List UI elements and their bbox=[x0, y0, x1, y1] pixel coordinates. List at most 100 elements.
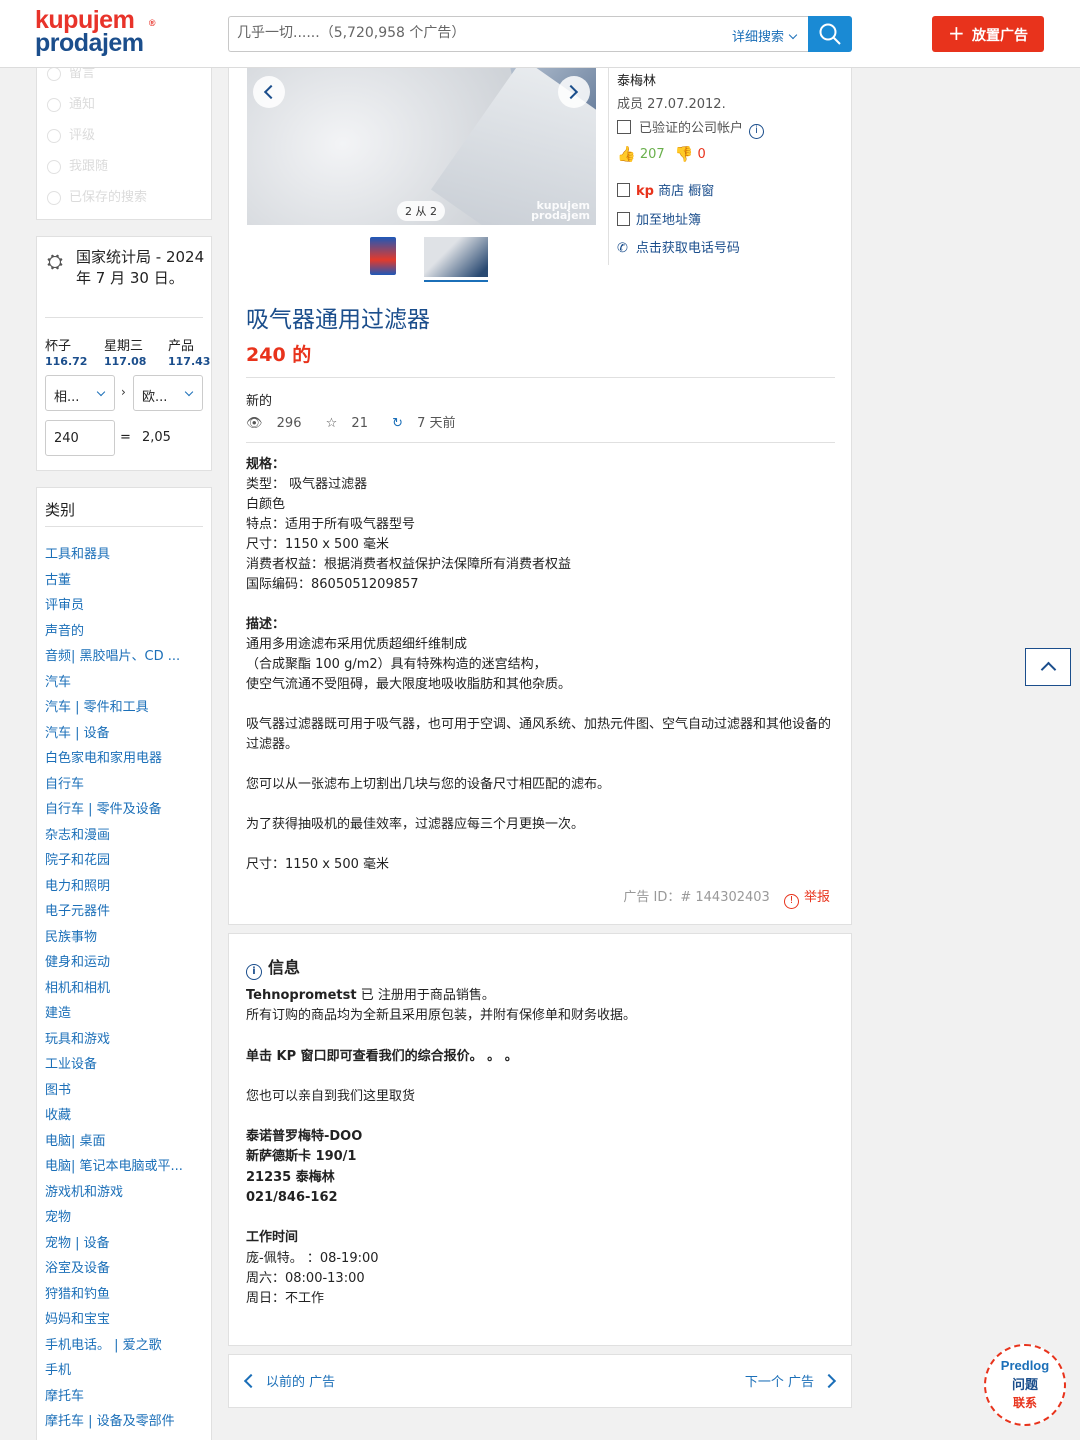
search-icon bbox=[819, 23, 841, 45]
menu-item-notifications[interactable]: 通知 bbox=[47, 93, 95, 112]
address-book-icon bbox=[617, 212, 630, 226]
shop-link[interactable]: kp 商店 橱窗 bbox=[617, 180, 714, 199]
shop-label: 商店 橱窗 bbox=[658, 184, 715, 199]
site-logo[interactable]: kupujem prodajem ® bbox=[35, 8, 160, 61]
description-heading: 描述： bbox=[246, 617, 286, 632]
category-item[interactable]: 狩猎和钓鱼 bbox=[45, 1283, 205, 1309]
amount-input[interactable]: 240 bbox=[45, 420, 115, 456]
info-icon[interactable]: i bbox=[749, 124, 765, 139]
category-item[interactable]: 浴室及设备 bbox=[45, 1257, 205, 1283]
search-button[interactable] bbox=[808, 16, 852, 52]
info-icon: i bbox=[246, 964, 262, 980]
category-item[interactable]: 建造 bbox=[45, 1002, 205, 1028]
menu-item-label: 通知 bbox=[69, 97, 96, 112]
from-currency-select[interactable]: 相... bbox=[45, 375, 115, 411]
post-ad-button[interactable]: + 放置广告 bbox=[932, 16, 1044, 52]
report-button[interactable]: ! 举报 bbox=[783, 890, 830, 909]
category-item[interactable]: 妈妈和宝宝 bbox=[45, 1308, 205, 1334]
menu-item-saved-searches[interactable]: 已保存的搜索 bbox=[47, 186, 147, 205]
category-item[interactable]: 自行车 bbox=[45, 773, 205, 799]
to-currency-select[interactable]: 欧... bbox=[133, 375, 203, 411]
address-line: 泰诺普罗梅特-DOO bbox=[246, 1127, 838, 1147]
favorites-stat[interactable]: ☆ 21 bbox=[326, 416, 378, 431]
gallery-counter: 2 从 2 bbox=[397, 201, 445, 221]
category-item[interactable]: 音频| 黑胶唱片、CD ... bbox=[45, 645, 205, 671]
category-item[interactable]: 收藏 bbox=[45, 1104, 205, 1130]
hours-sunday: 周日：不工作 bbox=[246, 1291, 325, 1307]
info-line: Tehnoprometst 已 注册用于商品销售。 bbox=[246, 986, 838, 1006]
category-item[interactable]: 自行车 | 零件及设备 bbox=[45, 798, 205, 824]
category-item[interactable]: 玩具和游戏 bbox=[45, 1028, 205, 1054]
menu-item-following[interactable]: 我跟随 bbox=[47, 155, 108, 174]
category-item[interactable]: 声音的 bbox=[45, 620, 205, 646]
scroll-to-top-button[interactable] bbox=[1025, 648, 1071, 686]
menu-item-label: 评级 bbox=[69, 128, 96, 143]
category-item[interactable]: 图书 bbox=[45, 1079, 205, 1105]
category-item[interactable]: 院子和花园 bbox=[45, 849, 205, 875]
views-count: 296 bbox=[276, 416, 302, 431]
category-item[interactable]: 手机电话。 | 爱之歌 bbox=[45, 1334, 205, 1360]
rate-label: 产品 bbox=[168, 339, 195, 354]
category-item[interactable]: 杂志和漫画 bbox=[45, 824, 205, 850]
category-item[interactable]: 宠物 bbox=[45, 1206, 205, 1232]
kp-mark: kp bbox=[636, 184, 654, 199]
category-item[interactable]: 游戏机和游戏 bbox=[45, 1181, 205, 1207]
info-text: 已 注册用于商品销售。 bbox=[356, 988, 495, 1003]
gallery-prev-button[interactable] bbox=[253, 76, 285, 108]
thumb-up-icon: 👍 bbox=[617, 145, 636, 163]
category-item[interactable]: 汽车 bbox=[45, 671, 205, 697]
image-gallery[interactable]: 2 从 2 kupujem prodajem bbox=[247, 67, 596, 225]
category-item[interactable]: 电脑| 笔记本电脑或平... bbox=[45, 1155, 205, 1181]
show-phone-link[interactable]: ✆ 点击获取电话号码 bbox=[617, 237, 740, 256]
category-item[interactable]: 电力和照明 bbox=[45, 875, 205, 901]
previous-ad-link[interactable]: 以前的 广告 bbox=[243, 1371, 336, 1390]
category-item[interactable]: 摩托车 | 设备及零部件 bbox=[45, 1410, 205, 1436]
search-input[interactable] bbox=[237, 25, 697, 41]
category-item[interactable]: 手机 bbox=[45, 1359, 205, 1385]
favorites-count: 21 bbox=[351, 416, 368, 431]
next-ad-link[interactable]: 下一个 广告 bbox=[744, 1371, 837, 1390]
gallery-thumbnail-2[interactable] bbox=[424, 237, 488, 277]
category-item[interactable]: 白色家电和家用电器 bbox=[45, 747, 205, 773]
description-line: 类型： 吸气器过滤器 bbox=[246, 477, 368, 492]
star-icon: ☆ bbox=[325, 416, 338, 431]
next-ad-label: 下一个 广告 bbox=[744, 1375, 814, 1390]
seller-ratings[interactable]: 👍 207 👎 0 bbox=[617, 145, 706, 163]
menu-item-ratings[interactable]: 评级 bbox=[47, 124, 95, 143]
category-item[interactable]: 工具和器具 bbox=[45, 543, 205, 569]
category-item[interactable]: 工业设备 bbox=[45, 1053, 205, 1079]
info-heading: i 信息 bbox=[246, 954, 300, 980]
categories-panel: 类别 工具和器具 古董 评审员 声音的 音频| 黑胶唱片、CD ... 汽车 汽车 | 零件… bbox=[36, 487, 212, 1440]
watermark: kupujem prodajem bbox=[531, 200, 590, 221]
age-stat: ↻ 7 天前 bbox=[392, 416, 465, 431]
advanced-search-toggle[interactable]: 详细搜索 bbox=[732, 26, 798, 45]
category-item[interactable]: 汽车 | 零件和工具 bbox=[45, 696, 205, 722]
gallery-thumbnail-1[interactable] bbox=[370, 237, 396, 275]
seller-name[interactable]: 泰梅林 bbox=[617, 70, 656, 89]
category-item[interactable]: 摩托车 bbox=[45, 1385, 205, 1411]
address-company: 泰诺普罗梅特-DOO bbox=[246, 1129, 363, 1145]
category-item[interactable]: 宠物 | 设备 bbox=[45, 1232, 205, 1258]
category-item[interactable]: 相机和相机 bbox=[45, 977, 205, 1003]
dislikes-count: 0 bbox=[697, 147, 706, 162]
bank-icon: ⛭ bbox=[47, 249, 63, 273]
gallery-next-button[interactable] bbox=[558, 76, 590, 108]
category-item[interactable]: 评审员 bbox=[45, 594, 205, 620]
rate-middle: 星期三 117.08 bbox=[104, 335, 146, 368]
category-item[interactable]: 电子元器件 bbox=[45, 900, 205, 926]
category-item[interactable]: 汽车 | 设备 bbox=[45, 722, 205, 748]
previous-ad-label: 以前的 广告 bbox=[266, 1375, 336, 1390]
category-item[interactable]: 古董 bbox=[45, 569, 205, 595]
category-item[interactable]: 健身和运动 bbox=[45, 951, 205, 977]
category-item[interactable]: 电脑| 桌面 bbox=[45, 1130, 205, 1156]
rate-buy: 杯子 116.72 bbox=[45, 335, 87, 368]
chevron-left-icon bbox=[243, 1373, 259, 1389]
category-item[interactable]: 民族事物 bbox=[45, 926, 205, 952]
add-to-address-book[interactable]: 加至地址簿 bbox=[617, 209, 701, 228]
info-title: 信息 bbox=[268, 958, 301, 977]
feedback-button[interactable]: Predlog 问题 联系 bbox=[984, 1344, 1066, 1426]
chevron-right-icon bbox=[821, 1373, 837, 1389]
